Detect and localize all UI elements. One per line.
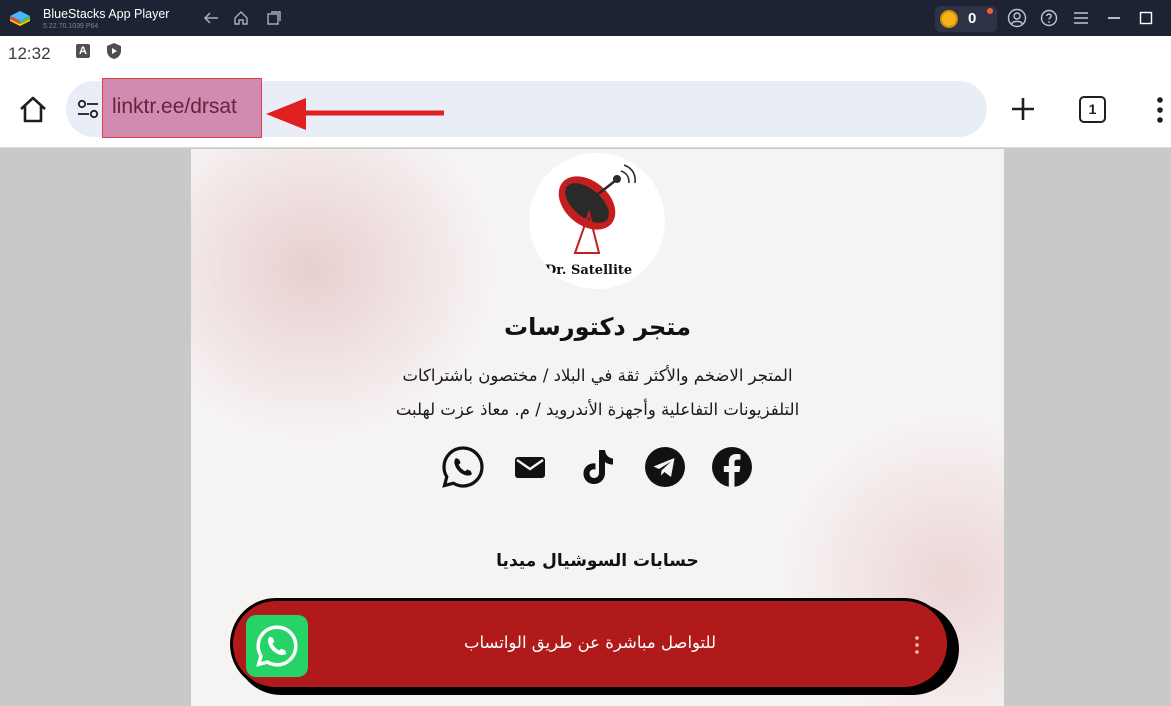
whatsapp-link-button[interactable]: للتواصل مباشرة عن طريق الواتساب bbox=[230, 598, 950, 690]
emulator-app-name: BlueStacks App Player bbox=[43, 7, 170, 21]
minimize-icon[interactable] bbox=[1104, 8, 1124, 28]
multi-instance-icon[interactable] bbox=[264, 8, 284, 28]
play-protect-icon bbox=[107, 43, 121, 59]
coins-widget[interactable]: 0 bbox=[935, 6, 997, 32]
email-icon[interactable] bbox=[508, 445, 552, 489]
profile-bio: المتجر الاضخم والأكثر ثقة في البلاد / مخ… bbox=[311, 359, 884, 427]
facebook-icon[interactable] bbox=[710, 445, 754, 489]
maximize-icon[interactable] bbox=[1136, 8, 1156, 28]
profile-title: متجر دكتورسات bbox=[504, 313, 691, 341]
bio-line-2: التلفزيونات التفاعلية وأجهزة الأندرويد /… bbox=[395, 400, 800, 419]
browser-home-icon[interactable] bbox=[17, 94, 49, 126]
telegram-icon[interactable] bbox=[643, 445, 687, 489]
status-time: 12:32 bbox=[8, 44, 51, 63]
coin-count: 0 bbox=[968, 10, 977, 27]
notification-dot bbox=[987, 8, 993, 14]
url-text[interactable]: linktr.ee/drsat bbox=[112, 95, 237, 119]
hamburger-icon[interactable] bbox=[1071, 8, 1091, 28]
account-icon[interactable] bbox=[1007, 8, 1027, 28]
android-status-bar: 12:32 bbox=[0, 36, 1171, 70]
bluestacks-logo-icon bbox=[10, 11, 30, 26]
a-notification-icon: A bbox=[76, 44, 90, 58]
emulator-version: 5.22.70.1039 P64 bbox=[43, 23, 99, 30]
new-tab-icon[interactable] bbox=[1008, 94, 1038, 124]
logo-caption: Dr. Satellite bbox=[545, 263, 633, 278]
annotation-arrow-icon bbox=[266, 98, 444, 130]
linktree-page: Dr. Satellite متجر دكتورسات المتجر الاضخ… bbox=[191, 149, 1004, 706]
tab-switcher-button[interactable]: 1 bbox=[1079, 96, 1106, 123]
whatsapp-icon[interactable] bbox=[441, 445, 485, 489]
social-icons-row bbox=[441, 445, 754, 489]
bio-line-1: المتجر الاضخم والأكثر ثقة في البلاد / مخ… bbox=[402, 366, 793, 385]
back-icon[interactable] bbox=[201, 8, 221, 28]
section-heading: حسابات السوشيال ميديا bbox=[496, 551, 699, 571]
more-options-icon[interactable] bbox=[913, 635, 921, 655]
link-label: للتواصل مباشرة عن طريق الواتساب bbox=[463, 633, 717, 652]
profile-avatar: Dr. Satellite bbox=[529, 153, 665, 289]
tiktok-icon[interactable] bbox=[575, 445, 619, 489]
home-icon[interactable] bbox=[231, 8, 251, 28]
emulator-titlebar: BlueStacks App Player 5.22.70.1039 P64 0 bbox=[0, 0, 1171, 36]
help-icon[interactable] bbox=[1039, 8, 1059, 28]
coin-icon bbox=[940, 10, 958, 28]
browser-menu-icon[interactable] bbox=[1150, 96, 1170, 124]
site-settings-icon[interactable] bbox=[76, 98, 100, 120]
